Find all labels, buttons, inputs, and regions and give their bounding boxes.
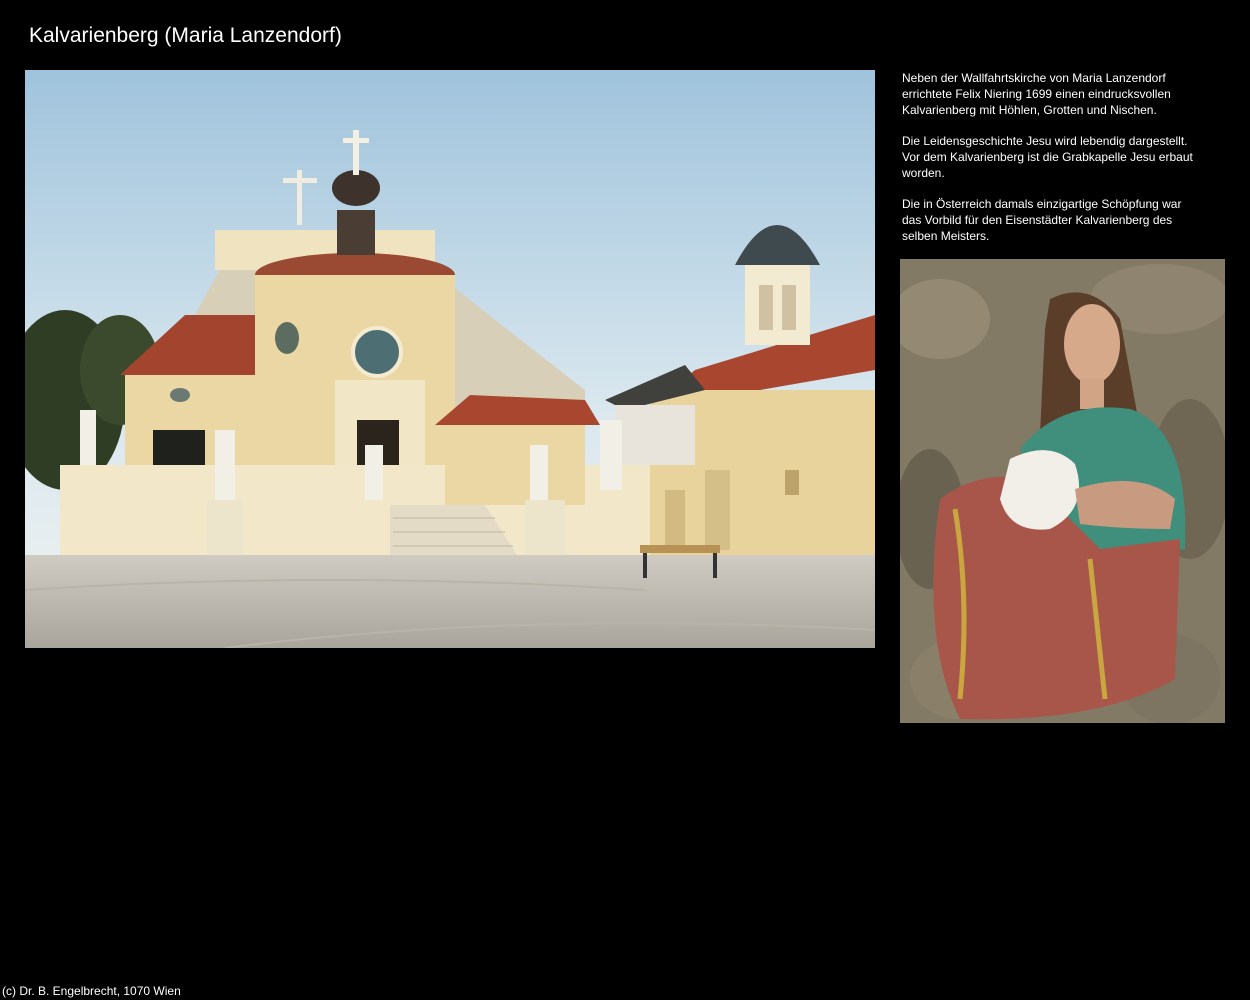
copyright-footer: (c) Dr. B. Engelbrecht, 1070 Wien (2, 984, 181, 998)
side-photo-saint-statue[interactable] (900, 259, 1225, 723)
description-text: Neben der Wallfahrtskirche von Maria Lan… (902, 70, 1202, 259)
description-paragraph-1: Neben der Wallfahrtskirche von Maria Lan… (902, 71, 1171, 117)
saint-statue-illustration (900, 259, 1225, 723)
page-title: Kalvarienberg (Maria Lanzendorf) (29, 24, 342, 47)
description-paragraph-3: Die in Österreich damals einzigartige Sc… (902, 197, 1182, 243)
main-photo-kalvarienberg[interactable] (25, 70, 875, 648)
description-paragraph-2: Die Leidensgeschichte Jesu wird lebendig… (902, 134, 1193, 180)
kalvarienberg-illustration (25, 70, 875, 648)
